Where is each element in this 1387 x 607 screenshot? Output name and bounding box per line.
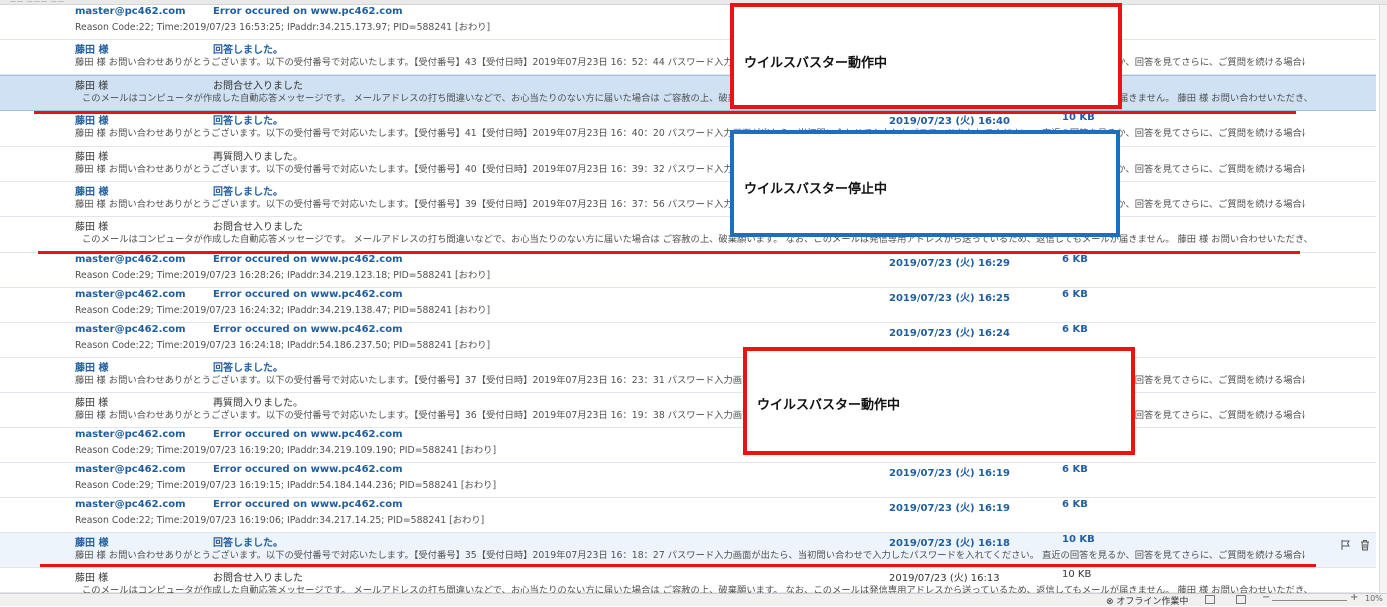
offline-status[interactable]: ⊗ オフライン作業中 [1106,594,1188,607]
message-preview: Reason Code:22; Time:2019/07/23 16:19:06… [75,515,485,526]
zoom-in-icon[interactable]: + [1350,592,1358,603]
annotation-label: ウイルスバスター動作中 [744,56,888,71]
subject: Error occured on www.pc462.com [213,464,403,475]
message-row[interactable]: 藤田 様 再質問入りました。 藤田 様 お問い合わせありがとうございます。以下の… [0,147,1376,182]
message-row[interactable]: master@pc462.com Error occured on www.pc… [0,5,1376,40]
message-size: 6 KB [1062,464,1088,475]
message-size: 6 KB [1062,289,1088,300]
flag-icon[interactable] [1340,539,1352,551]
offline-label: オフライン作業中 [1116,597,1189,607]
subject: Error occured on www.pc462.com [213,6,403,17]
sender: master@pc462.com [75,324,186,335]
message-row[interactable]: 藤田 様 回答しました。 藤田 様 お問い合わせありがとうございます。以下の受付… [0,182,1376,217]
message-row[interactable]: 藤田 様 お問合せ入りました 2019/07/23 (火) 16:13 10 K… [0,568,1376,596]
annotation-label: ウイルスバスター動作中 [757,398,901,413]
annotation-box-red-1: ウイルスバスター動作中 [730,3,1122,109]
normal-view-icon[interactable] [1205,595,1215,604]
message-row[interactable]: 藤田 様 回答しました。 2019/07/23 (火) 16:40 10 KB … [0,111,1376,147]
delete-icon[interactable] [1359,539,1371,551]
message-size: 6 KB [1062,324,1088,335]
message-row[interactable]: 藤田 様 回答しました。 藤田 様 お問い合わせありがとうございます。以下の受付… [0,358,1376,393]
message-size: 6 KB [1062,499,1088,510]
zoom-slider[interactable] [1272,600,1347,601]
message-preview: 藤田 様 お問い合わせありがとうございます。以下の受付番号で対応いたします。【受… [75,199,1305,210]
status-bar: ⊗ オフライン作業中 − + 10% [0,592,1387,607]
message-row[interactable]: master@pc462.com Error occured on www.pc… [0,323,1376,358]
annotation-underline [34,111,1296,114]
message-preview: このメールはコンピュータが作成した自動応答メッセージです。 メールアドレスの打ち… [82,93,1312,104]
message-preview: 藤田 様 お問い合わせありがとうございます。以下の受付番号で対応いたします。【受… [75,128,1305,139]
sender: master@pc462.com [75,289,186,300]
message-preview: Reason Code:29; Time:2019/07/23 16:28:26… [75,270,491,281]
sender: master@pc462.com [75,464,186,475]
message-preview: 藤田 様 お問い合わせありがとうございます。以下の受付番号で対応いたします。【受… [75,164,1305,175]
annotation-label: ウイルスバスター停止中 [744,182,888,197]
annotation-box-blue: ウイルスバスター停止中 [730,130,1120,237]
reading-view-icon[interactable] [1236,595,1246,604]
message-row[interactable]: 藤田 様 お問合せ入りました このメールはコンピュータが作成した自動応答メッセー… [0,217,1376,253]
message-row[interactable]: 藤田 様 回答しました。 藤田 様 お問い合わせありがとうございます。以下の受付… [0,40,1376,75]
message-preview: Reason Code:29; Time:2019/07/23 16:19:15… [75,480,497,491]
message-row[interactable]: master@pc462.com Error occured on www.pc… [0,463,1376,498]
message-preview: このメールはコンピュータが作成した自動応答メッセージです。 メールアドレスの打ち… [82,234,1312,245]
annotation-box-red-2: ウイルスバスター動作中 [743,347,1135,455]
subject: Error occured on www.pc462.com [213,289,403,300]
message-row[interactable]: master@pc462.com Error occured on www.pc… [0,253,1376,288]
message-row[interactable]: 藤田 様 再質問入りました。 藤田 様 お問い合わせありがとうございます。以下の… [0,393,1376,428]
subject: Error occured on www.pc462.com [213,324,403,335]
message-row[interactable]: master@pc462.com Error occured on www.pc… [0,498,1376,533]
message-size: 10 KB [1062,534,1095,545]
zoom-out-icon[interactable]: − [1262,592,1270,603]
sender: master@pc462.com [75,499,186,510]
annotation-underline [40,564,1316,567]
zoom-level[interactable]: 10% [1365,594,1383,603]
subject: Error occured on www.pc462.com [213,254,403,265]
message-preview: 藤田 様 お問い合わせありがとうございます。以下の受付番号で対応いたします。【受… [75,550,1305,561]
sender: master@pc462.com [75,429,186,440]
subject: Error occured on www.pc462.com [213,429,403,440]
annotation-underline [38,251,1300,254]
sender: master@pc462.com [75,6,186,17]
message-row-hovered[interactable]: 藤田 様 回答しました。 2019/07/23 (火) 16:18 10 KB … [0,533,1376,568]
message-row[interactable]: master@pc462.com Error occured on www.pc… [0,428,1376,463]
message-preview: Reason Code:29; Time:2019/07/23 16:24:32… [75,305,491,316]
subject: Error occured on www.pc462.com [213,499,403,510]
vertical-scrollbar[interactable] [1379,5,1387,593]
message-size: 10 KB [1062,569,1092,580]
message-size: 6 KB [1062,254,1088,265]
row-action-icons [1340,539,1375,554]
message-row[interactable]: master@pc462.com Error occured on www.pc… [0,288,1376,323]
sender: master@pc462.com [75,254,186,265]
offline-icon: ⊗ [1106,597,1114,607]
message-row-selected[interactable]: 藤田 様 お問合せ入りました このメールはコンピュータが作成した自動応答メッセー… [0,75,1376,111]
